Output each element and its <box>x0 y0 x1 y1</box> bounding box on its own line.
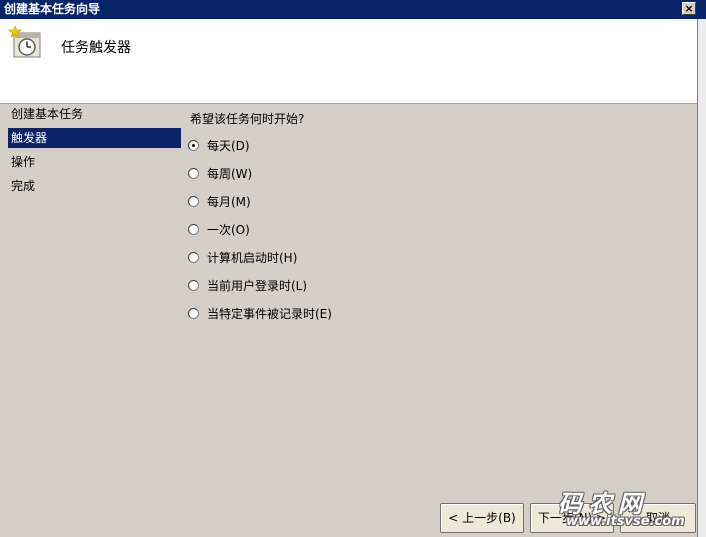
radio-event-logged[interactable] <box>188 307 199 319</box>
radio-monthly[interactable] <box>188 195 199 207</box>
option-label: 一次(O) <box>207 222 250 237</box>
step-finish[interactable]: 完成 <box>8 176 181 196</box>
title-bar: 创建基本任务向导 × <box>0 0 706 19</box>
radio-daily[interactable] <box>188 139 199 151</box>
back-button[interactable]: < 上一步(B) <box>440 503 524 533</box>
next-button[interactable]: 下一步(N) > <box>530 503 614 533</box>
wizard-steps: 创建基本任务 触发器 操作 完成 <box>0 104 183 537</box>
wizard-header: 任务触发器 <box>0 19 697 104</box>
option-label: 当前用户登录时(L) <box>207 278 308 293</box>
option-label: 每周(W) <box>207 166 253 181</box>
option-weekly[interactable]: 每周(W) <box>188 164 252 182</box>
close-icon: × <box>684 2 694 15</box>
window-title: 创建基本任务向导 <box>4 2 101 16</box>
close-button[interactable]: × <box>682 2 696 15</box>
option-monthly[interactable]: 每月(M) <box>188 192 251 210</box>
option-user-logon[interactable]: 当前用户登录时(L) <box>188 276 307 294</box>
window-edge <box>697 19 706 537</box>
option-label: 每天(D) <box>207 138 250 153</box>
step-action[interactable]: 操作 <box>8 152 181 172</box>
option-once[interactable]: 一次(O) <box>188 220 250 238</box>
option-label: 计算机启动时(H) <box>207 250 298 265</box>
option-daily[interactable]: 每天(D) <box>188 136 250 154</box>
step-trigger[interactable]: 触发器 <box>8 128 181 148</box>
radio-computer-startup[interactable] <box>188 251 199 263</box>
option-label: 每月(M) <box>207 194 251 209</box>
step-create-basic-task[interactable]: 创建基本任务 <box>8 104 181 124</box>
cancel-button[interactable]: 取消 <box>620 503 696 533</box>
radio-user-logon[interactable] <box>188 279 199 291</box>
option-computer-startup[interactable]: 计算机启动时(H) <box>188 248 297 266</box>
option-event-logged[interactable]: 当特定事件被记录时(E) <box>188 304 332 322</box>
page-title: 任务触发器 <box>61 40 131 56</box>
option-label: 当特定事件被记录时(E) <box>207 306 332 321</box>
task-clock-icon <box>8 25 41 58</box>
trigger-question: 希望该任务何时开始? <box>190 112 305 126</box>
radio-weekly[interactable] <box>188 167 199 179</box>
radio-once[interactable] <box>188 223 199 235</box>
